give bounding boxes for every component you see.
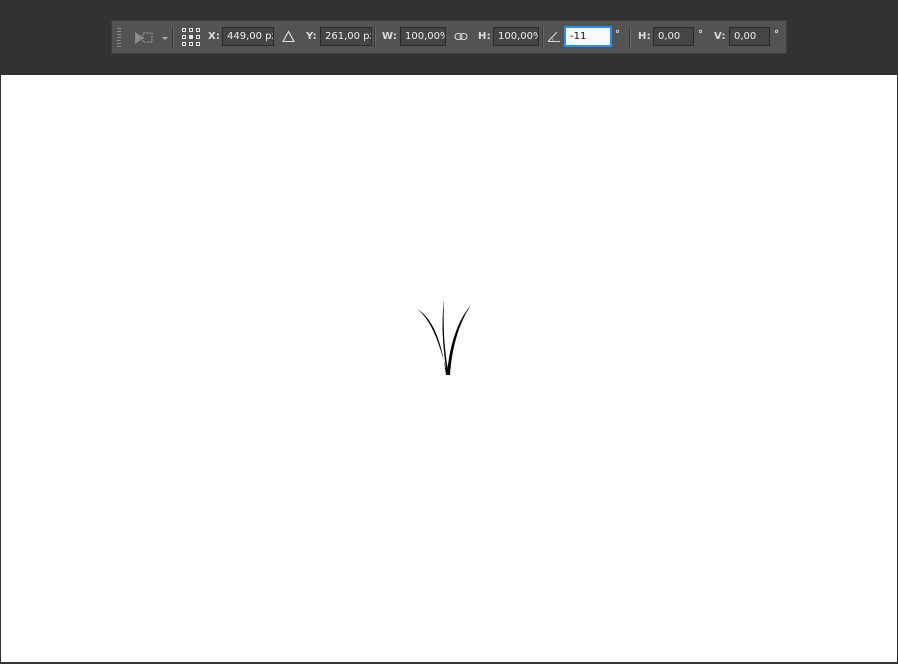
x-label: X: (208, 31, 221, 42)
horizontal-skew-label: H: (638, 31, 651, 42)
separator (542, 27, 544, 49)
height-field[interactable]: 100,00% (493, 27, 539, 46)
degree-unit: ° (698, 29, 703, 40)
separator (629, 27, 631, 49)
chevron-down-icon (162, 37, 168, 40)
reference-point[interactable] (182, 28, 186, 32)
reference-point[interactable] (196, 42, 200, 46)
width-label: W: (382, 31, 398, 42)
degree-unit: ° (615, 29, 620, 40)
reference-point[interactable] (189, 28, 193, 32)
x-position-field[interactable]: 449,00 px (222, 27, 274, 46)
reference-point[interactable] (189, 42, 193, 46)
separator (172, 27, 174, 49)
options-bar-grip[interactable] (117, 28, 121, 47)
reference-point[interactable] (196, 35, 200, 39)
triangle-delta-icon[interactable] (282, 30, 295, 43)
reference-point[interactable] (182, 35, 186, 39)
y-position-field[interactable]: 261,00 px (320, 27, 372, 46)
y-label: Y: (306, 31, 317, 42)
tool-preset-picker[interactable] (132, 29, 172, 47)
width-field[interactable]: 100,00% (400, 27, 446, 46)
vertical-skew-label: V: (714, 31, 726, 42)
reference-point[interactable] (196, 28, 200, 32)
transform-tool-icon (135, 32, 168, 44)
horizontal-skew-field[interactable]: 0,00 (653, 27, 694, 46)
height-label: H: (478, 31, 491, 42)
application-top-area: X: 449,00 px Y: 261,00 px W: 100,00% H: … (0, 0, 898, 75)
vertical-skew-field[interactable]: 0,00 (729, 27, 770, 46)
separator (374, 27, 376, 49)
link-chain-icon[interactable] (454, 32, 468, 41)
angle-icon (547, 31, 560, 42)
document-canvas[interactable] (1, 75, 897, 662)
reference-point-selected[interactable] (189, 35, 193, 39)
free-transform-options-bar: X: 449,00 px Y: 261,00 px W: 100,00% H: … (111, 20, 787, 54)
reference-point[interactable] (182, 42, 186, 46)
reference-point-grid-icon[interactable] (180, 26, 202, 48)
rotation-angle-field[interactable]: -11 (564, 26, 612, 47)
degree-unit: ° (774, 29, 779, 40)
grass-blades-artwork[interactable] (413, 297, 475, 377)
